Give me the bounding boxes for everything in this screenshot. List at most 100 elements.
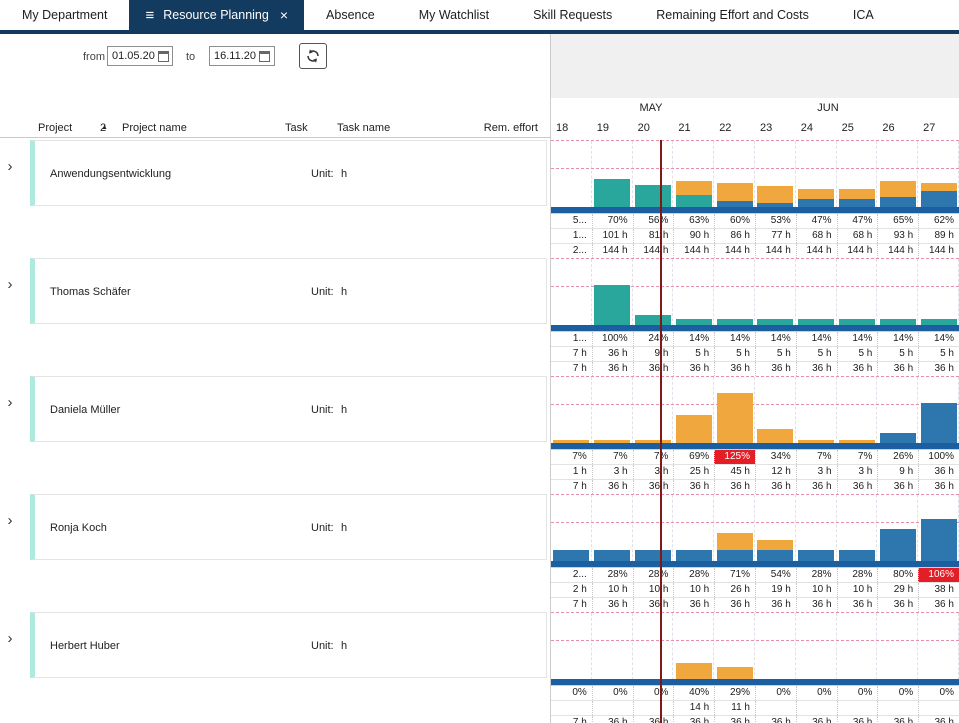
calendar-icon[interactable] [259, 51, 270, 62]
utilization-row: 2...28%28%28%71%54%28%28%80%106% [551, 567, 959, 582]
expand-chevron[interactable]: › [4, 513, 16, 528]
bar-segment-blue [553, 550, 589, 561]
tab-resource-planning[interactable]: ≡Resource Planning× [129, 0, 304, 30]
resource-card[interactable]: Ronja KochUnit:h [30, 494, 547, 560]
value-cell: 11 h [714, 701, 755, 715]
value-cell: 0% [877, 686, 918, 700]
value-cell: 144 h [755, 244, 796, 258]
timeline-section-2: 7%7%7%69%125%34%7%7%26%100%1 h3 h3 h25 h… [551, 376, 959, 494]
value-cell: 2 h [551, 583, 592, 597]
resource-card[interactable]: AnwendungsentwicklungUnit:h [30, 140, 547, 206]
column-project[interactable]: Project [38, 119, 72, 137]
expand-chevron[interactable]: › [4, 277, 16, 292]
bar-segment-blue [921, 519, 957, 561]
unit-value: h [341, 640, 347, 652]
utilization-chart [551, 258, 959, 331]
value-cell: 3 h [633, 465, 674, 479]
value-cell: 36 h [673, 598, 714, 612]
tab-ica[interactable]: ICA [831, 0, 896, 30]
bar-segment-blue [921, 191, 957, 207]
value-cell: 28% [837, 568, 878, 582]
column-task-name[interactable]: Task name [337, 119, 390, 137]
grid-column [918, 613, 959, 685]
capacity-base-bar [551, 443, 959, 449]
utilization-bar [635, 550, 671, 561]
resource-card[interactable]: Daniela MüllerUnit:h [30, 376, 547, 442]
tab-label: ICA [853, 8, 874, 22]
value-cell: 36 h [755, 598, 796, 612]
bar-segment-orange [839, 189, 875, 199]
value-cell: 28% [673, 568, 714, 582]
utilization-bar [798, 550, 834, 561]
bar-segment-teal [635, 315, 671, 325]
utilization-bar [676, 663, 712, 679]
value-cell [551, 701, 592, 715]
capacity-hours-row: 7 h36 h36 h36 h36 h36 h36 h36 h36 h36 h [551, 715, 959, 723]
value-cell: 36 h [918, 598, 959, 612]
expand-chevron[interactable]: › [4, 395, 16, 410]
value-cell: 38 h [918, 583, 959, 597]
value-cell: 40% [673, 686, 714, 700]
value-cell [837, 701, 878, 715]
column-project-name[interactable]: Project name [122, 119, 187, 137]
tab-skill-requests[interactable]: Skill Requests [511, 0, 634, 30]
resource-card[interactable]: Herbert HuberUnit:h [30, 612, 547, 678]
bar-segment-blue [880, 529, 916, 561]
value-cell: 28% [796, 568, 837, 582]
value-cell: 0% [796, 686, 837, 700]
value-cell: 144 h [633, 244, 674, 258]
bar-segment-orange [757, 186, 793, 203]
value-cell [796, 701, 837, 715]
utilization-chart [551, 140, 959, 213]
resource-name: Anwendungsentwicklung [50, 168, 171, 180]
unit-label: Unit: [311, 522, 334, 534]
capacity-line [551, 522, 959, 523]
value-cell [918, 701, 959, 715]
from-date-input[interactable]: 01.05.20 [107, 46, 173, 66]
value-cell: 2... [551, 568, 592, 582]
value-cell: 36 h [755, 716, 796, 723]
value-cell [755, 701, 796, 715]
capacity-hours-row: 7 h36 h36 h36 h36 h36 h36 h36 h36 h36 h [551, 479, 959, 494]
utilization-bar [594, 179, 630, 207]
timeline-section-4: 0%0%0%40%29%0%0%0%0%0%14 h11 h7 h36 h36 … [551, 612, 959, 723]
value-cell: 54% [755, 568, 796, 582]
utilization-bar [880, 529, 916, 561]
menu-icon[interactable]: ≡ [145, 8, 154, 23]
value-cell: 36 h [837, 598, 878, 612]
expand-chevron[interactable]: › [4, 159, 16, 174]
column-rem-effort[interactable]: Rem. effort [484, 119, 538, 137]
value-cell: 36 h [755, 362, 796, 376]
bar-segment-blue [798, 199, 834, 207]
bar-segment-orange [757, 540, 793, 550]
value-cell: 28% [633, 568, 674, 582]
value-cell: 144 h [918, 244, 959, 258]
value-cell: 14% [837, 332, 878, 346]
expand-chevron[interactable]: › [4, 631, 16, 646]
value-cell: 10 h [633, 583, 674, 597]
value-cell: 7 h [551, 716, 592, 723]
to-date-input[interactable]: 16.11.20 [209, 46, 275, 66]
close-icon[interactable]: × [280, 8, 288, 22]
tab-absence[interactable]: Absence [304, 0, 397, 30]
tab-my-department[interactable]: My Department [0, 0, 129, 30]
utilization-bar [676, 550, 712, 561]
unit-label: Unit: [311, 404, 334, 416]
resource-name: Ronja Koch [50, 522, 107, 534]
grid-column [551, 259, 592, 331]
value-cell: 125% [714, 450, 755, 464]
value-cell: 7% [551, 450, 592, 464]
tab-remaining-effort-and-costs[interactable]: Remaining Effort and Costs [634, 0, 831, 30]
value-cell: 3 h [592, 465, 633, 479]
tab-my-watchlist[interactable]: My Watchlist [397, 0, 511, 30]
bar-segment-orange [717, 533, 753, 550]
resource-name: Herbert Huber [50, 640, 120, 652]
value-cell: 29 h [877, 583, 918, 597]
resource-card[interactable]: Thomas SchäferUnit:h [30, 258, 547, 324]
grid-column [592, 377, 633, 449]
column-task[interactable]: Task [285, 119, 308, 137]
value-cell: 7% [633, 450, 674, 464]
refresh-button[interactable] [299, 43, 327, 69]
calendar-icon[interactable] [158, 51, 169, 62]
left-panel: from 01.05.20 to 16.11.20 Project 2▲ Pro… [0, 34, 551, 723]
